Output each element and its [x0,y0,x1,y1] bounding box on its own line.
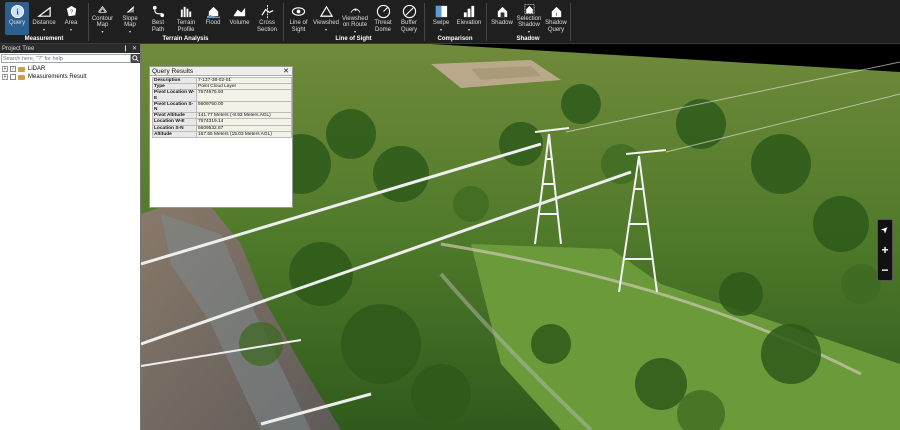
query-results-panel: Query Results ✕ Description 7-137-38-02-0… [149,66,293,208]
group-comparison: Comparison [437,36,473,42]
table-row: Pivot Altitude 141.77 Meters (-8.93 Meter… [152,112,292,120]
project-tree-search [1,54,140,64]
search-button[interactable] [131,54,140,63]
search-icon [132,55,139,62]
project-tree-title: Project Tree [2,45,35,52]
tree-item-measurements-result[interactable]: + Measurements Result [0,73,140,81]
pin-icon[interactable]: ❙ [123,45,128,52]
visibility-checkbox[interactable] [10,74,16,80]
zoom-in-button[interactable]: + [881,244,888,256]
tree-item-label: Measurements Result [28,74,87,80]
compass-icon[interactable]: ➤ [878,223,891,236]
table-row: Pivot Location W-E 7574675.93 [152,89,292,102]
table-row: Pivot Location S-N 5609750.00 [152,100,292,114]
search-input[interactable] [1,54,131,63]
ribbon-toolbar: i Query Distance ▾ ? Area ▾ Measurement Co… [0,0,900,44]
query-results-header: Query Results ✕ [150,67,292,76]
zoom-out-button[interactable]: − [881,264,888,276]
close-icon[interactable]: ✕ [132,45,137,52]
folder-icon [18,66,25,72]
group-terrain-analysis: Terrain Analysis [162,36,209,42]
divider [570,3,571,41]
tree-item-label: LiDAR [28,66,46,72]
expand-icon[interactable]: + [2,66,8,72]
project-tree-header: Project Tree ❙ ✕ [0,44,140,53]
visibility-checkbox[interactable]: ✓ [10,66,16,72]
project-tree-panel: Project Tree ❙ ✕ + ✓ LiDAR + Measurement… [0,44,141,430]
query-results-title: Query Results [152,67,194,75]
folder-icon [18,74,25,80]
close-icon[interactable]: ✕ [283,67,292,75]
group-measurement: Measurement [24,36,64,42]
map-navigator: ➤ + − [877,219,893,281]
expand-icon[interactable]: + [2,74,8,80]
table-row: Altitude 167.65 Meters (15.03 Meters AGL) [152,130,292,139]
tree-item-lidar[interactable]: + ✓ LiDAR [0,65,140,73]
query-results-table: Description 7-137-38-02-01 Type Point Clou… [152,76,292,139]
group-shadow: Shadow [516,36,540,42]
group-line-of-sight: Line of Sight [335,36,372,42]
